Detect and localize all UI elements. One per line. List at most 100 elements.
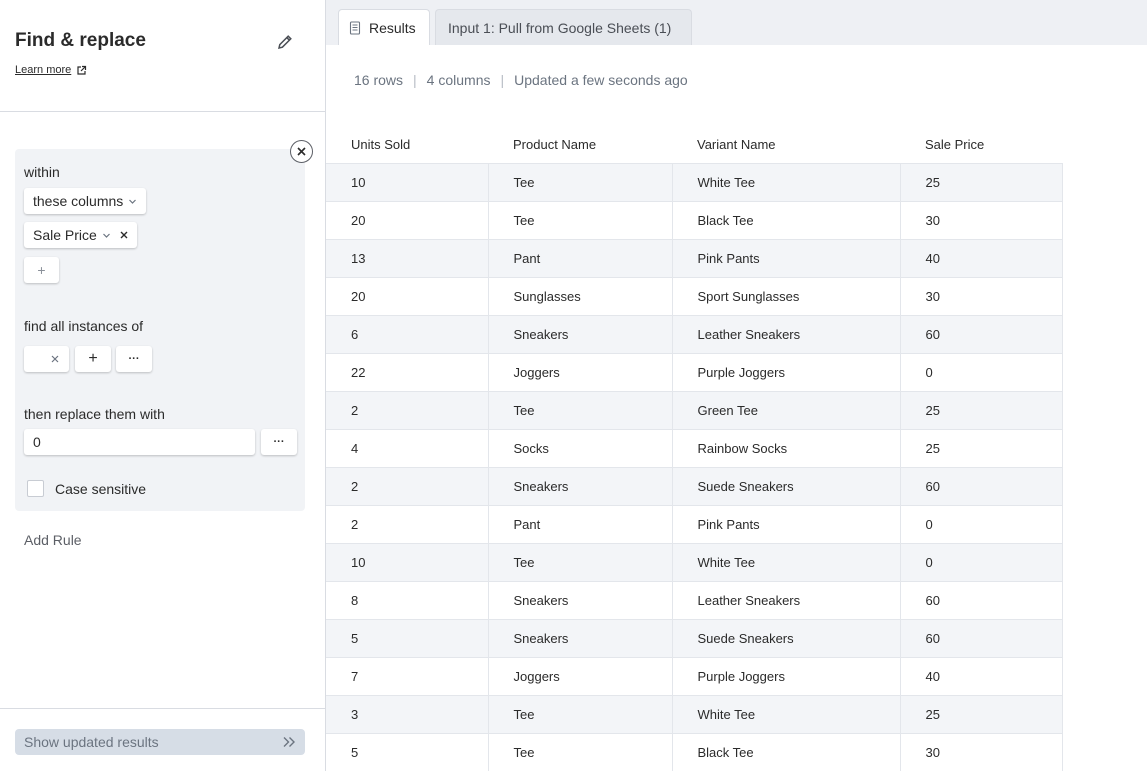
table-cell[interactable]: 60 [899, 466, 1063, 506]
table-row: 5 Tee Black Tee 30 [326, 732, 1063, 771]
table-cell[interactable]: 20 [326, 200, 489, 240]
table-cell[interactable]: 25 [899, 428, 1063, 468]
table-cell[interactable]: 5 [326, 732, 489, 771]
table-cell[interactable]: 3 [326, 694, 489, 734]
replace-input[interactable] [24, 429, 255, 455]
table-cell[interactable]: Sneakers [487, 314, 673, 354]
table-cell[interactable]: Sport Sunglasses [671, 276, 901, 316]
close-icon[interactable] [290, 140, 313, 163]
table-row: 20 Tee Black Tee 30 [326, 200, 1063, 240]
table-cell[interactable]: Tee [487, 200, 673, 240]
table-cell[interactable]: Sneakers [487, 580, 673, 620]
show-results-button[interactable]: Show updated results [15, 729, 305, 755]
learn-more-link[interactable]: Learn more [15, 64, 87, 76]
table-cell[interactable]: 7 [326, 656, 489, 696]
table-cell[interactable]: Joggers [487, 656, 673, 696]
updated-status: Updated a few seconds ago [514, 72, 688, 88]
column-header-sale-price[interactable]: Sale Price [900, 127, 1062, 163]
table-cell[interactable]: White Tee [671, 162, 901, 202]
table-cell[interactable]: White Tee [671, 694, 901, 734]
column-header-units-sold[interactable]: Units Sold [326, 127, 488, 163]
add-column-button[interactable]: + [24, 257, 59, 283]
table-cell[interactable]: 2 [326, 390, 489, 430]
table-cell[interactable]: 2 [326, 466, 489, 506]
tab-results[interactable]: Results [338, 9, 430, 45]
table-cell[interactable]: 30 [899, 276, 1063, 316]
table-cell[interactable]: Green Tee [671, 390, 901, 430]
table-cell[interactable]: Black Tee [671, 732, 901, 771]
table-cell[interactable]: Purple Joggers [671, 656, 901, 696]
table-cell[interactable]: Pink Pants [671, 504, 901, 544]
table-row: 13 Pant Pink Pants 40 [326, 238, 1063, 278]
table-cell[interactable]: Tee [487, 542, 673, 582]
table-cell[interactable]: 60 [899, 580, 1063, 620]
table-cell[interactable]: 60 [899, 314, 1063, 354]
table-cell[interactable]: Pink Pants [671, 238, 901, 278]
column-chip-sale-price[interactable]: Sale Price [24, 222, 137, 248]
table-cell[interactable]: Leather Sneakers [671, 580, 901, 620]
table-cell[interactable]: Pant [487, 504, 673, 544]
table-cell[interactable]: Pant [487, 238, 673, 278]
table-cell[interactable]: 10 [326, 162, 489, 202]
table-cell[interactable]: 25 [899, 162, 1063, 202]
table-cell[interactable]: Tee [487, 694, 673, 734]
table-cell[interactable]: 0 [899, 504, 1063, 544]
table-cell[interactable]: Joggers [487, 352, 673, 392]
find-more-button[interactable]: ··· [116, 346, 152, 372]
case-sensitive-checkbox[interactable] [27, 480, 44, 497]
remove-column-icon[interactable] [120, 231, 128, 239]
tab-bar: Results Input 1: Pull from Google Sheets… [326, 0, 1147, 45]
table-cell[interactable]: Black Tee [671, 200, 901, 240]
within-label: within [24, 164, 60, 180]
table-cell[interactable]: Socks [487, 428, 673, 468]
replace-more-button[interactable]: ··· [261, 429, 297, 455]
table-cell[interactable]: Purple Joggers [671, 352, 901, 392]
table-cell[interactable]: 60 [899, 618, 1063, 658]
table-cell[interactable]: 0 [899, 542, 1063, 582]
table-cell[interactable]: Sneakers [487, 466, 673, 506]
column-header-product-name[interactable]: Product Name [488, 127, 672, 163]
find-value-chip[interactable] [24, 346, 69, 372]
table-cell[interactable]: 40 [899, 656, 1063, 696]
table-cell[interactable]: 4 [326, 428, 489, 468]
table-cell[interactable]: Rainbow Socks [671, 428, 901, 468]
table-cell[interactable]: 25 [899, 694, 1063, 734]
table-cell[interactable]: Suede Sneakers [671, 466, 901, 506]
table-cell[interactable]: 8 [326, 580, 489, 620]
table-cell[interactable]: 5 [326, 618, 489, 658]
table-cell[interactable]: 20 [326, 276, 489, 316]
table-cell[interactable]: Sneakers [487, 618, 673, 658]
table-cell[interactable]: Sunglasses [487, 276, 673, 316]
add-rule-button[interactable]: Add Rule [24, 532, 82, 548]
find-add-button[interactable]: + [75, 346, 111, 372]
table-cell[interactable]: Suede Sneakers [671, 618, 901, 658]
table-cell[interactable]: 10 [326, 542, 489, 582]
table-cell[interactable]: Tee [487, 162, 673, 202]
clear-find-icon[interactable] [51, 355, 59, 363]
table-cell[interactable]: Tee [487, 390, 673, 430]
table-cell[interactable]: 30 [899, 200, 1063, 240]
table-cell[interactable]: 13 [326, 238, 489, 278]
row-count: 16 rows [354, 72, 404, 88]
table-row: 5 Sneakers Suede Sneakers 60 [326, 618, 1063, 658]
table-cell[interactable]: 22 [326, 352, 489, 392]
table-cell[interactable]: 6 [326, 314, 489, 354]
table-body: 10 Tee White Tee 25 20 Tee Black Tee 30 13 Pant Pi… [326, 162, 1063, 771]
column-header-variant-name[interactable]: Variant Name [672, 127, 900, 163]
table-cell[interactable]: 30 [899, 732, 1063, 771]
table-cell[interactable]: 40 [899, 238, 1063, 278]
tab-input-1[interactable]: Input 1: Pull from Google Sheets (1) [435, 9, 692, 45]
table-cell[interactable]: White Tee [671, 542, 901, 582]
table-cell[interactable]: Leather Sneakers [671, 314, 901, 354]
document-icon [349, 20, 361, 35]
panel-header: Find & replace Learn more [0, 0, 325, 112]
table-cell[interactable]: 25 [899, 390, 1063, 430]
learn-more-label[interactable]: Learn more [15, 64, 71, 76]
scope-select[interactable]: these columns [24, 188, 147, 214]
show-results-label: Show updated results [24, 734, 159, 750]
table-cell[interactable]: 0 [899, 352, 1063, 392]
chevron-down-icon[interactable] [102, 231, 111, 240]
table-cell[interactable]: Tee [487, 732, 673, 771]
pencil-icon[interactable] [276, 33, 294, 51]
table-cell[interactable]: 2 [326, 504, 489, 544]
